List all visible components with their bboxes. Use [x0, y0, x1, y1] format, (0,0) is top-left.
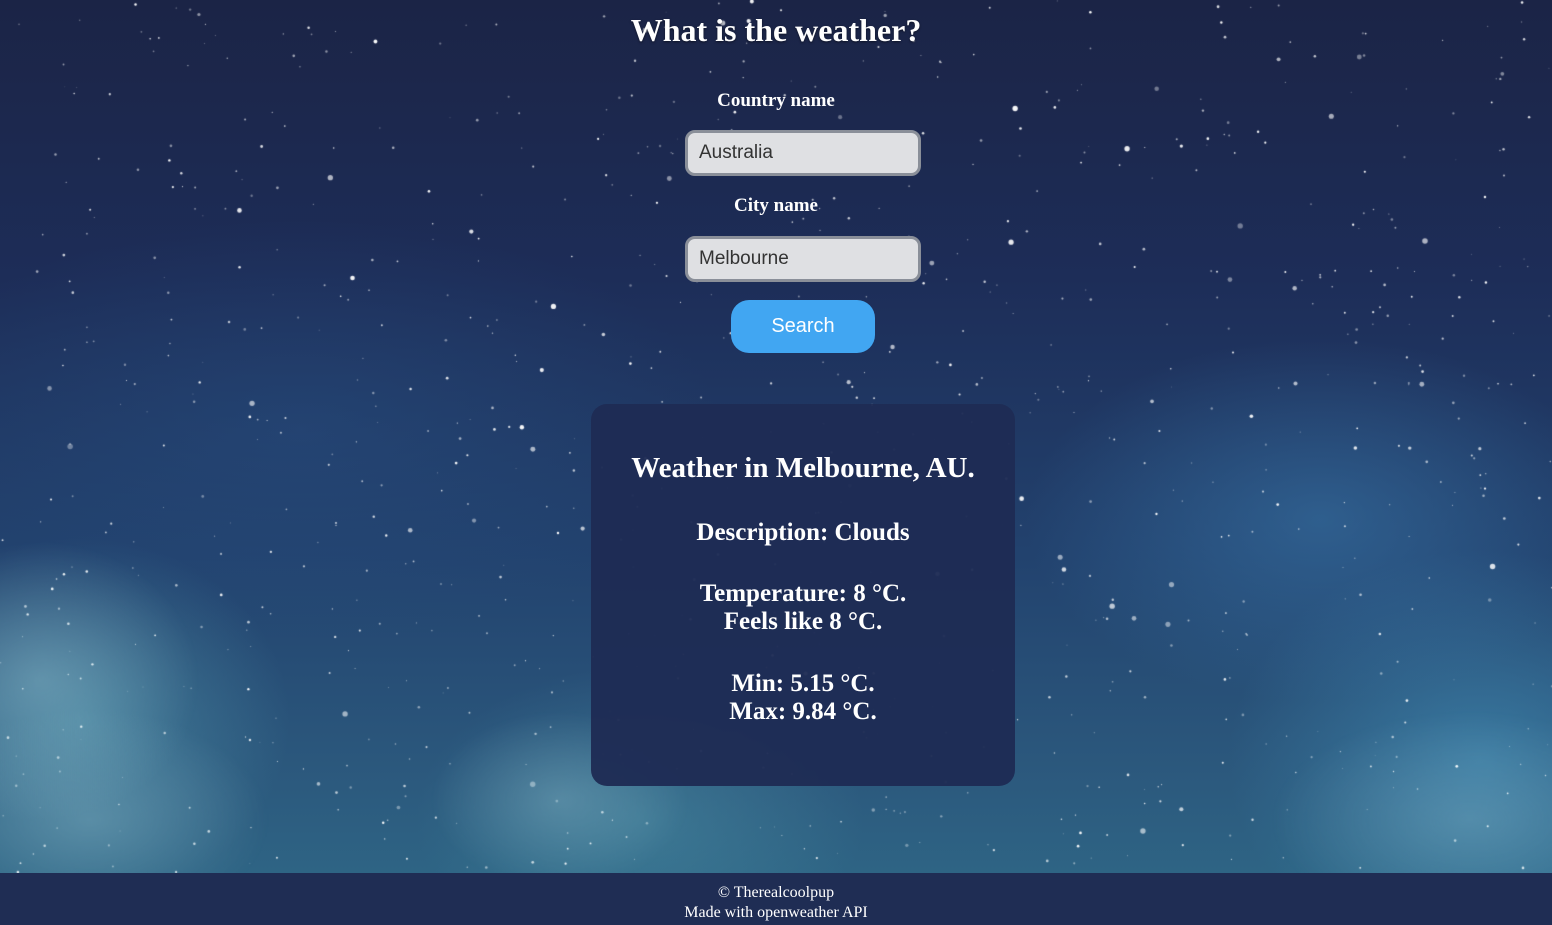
weather-temperature: Temperature: 8 °C.: [699, 580, 907, 607]
footer-credit: Made with openweather API: [684, 904, 868, 921]
city-label: City name: [734, 195, 818, 216]
weather-min: Min: 5.15 °C.: [731, 670, 875, 697]
footer: © Therealcoolpup Made with openweather A…: [0, 873, 1552, 925]
weather-heading: Weather in Melbourne, AU.: [631, 452, 975, 484]
weather-description: Description: Clouds: [696, 519, 910, 546]
country-label: Country name: [717, 90, 835, 111]
search-button[interactable]: Search: [731, 300, 875, 353]
weather-max: Max: 9.84 °C.: [729, 698, 877, 725]
weather-app: What is the weather? Country name City n…: [0, 0, 1552, 873]
weather-result-card: Weather in Melbourne, AU. Description: C…: [591, 404, 1015, 786]
city-input[interactable]: [685, 236, 921, 282]
country-input[interactable]: [685, 130, 921, 176]
weather-feels-like: Feels like 8 °C.: [723, 608, 883, 635]
page-title: What is the weather?: [630, 12, 922, 48]
footer-copyright: © Therealcoolpup: [717, 884, 835, 901]
